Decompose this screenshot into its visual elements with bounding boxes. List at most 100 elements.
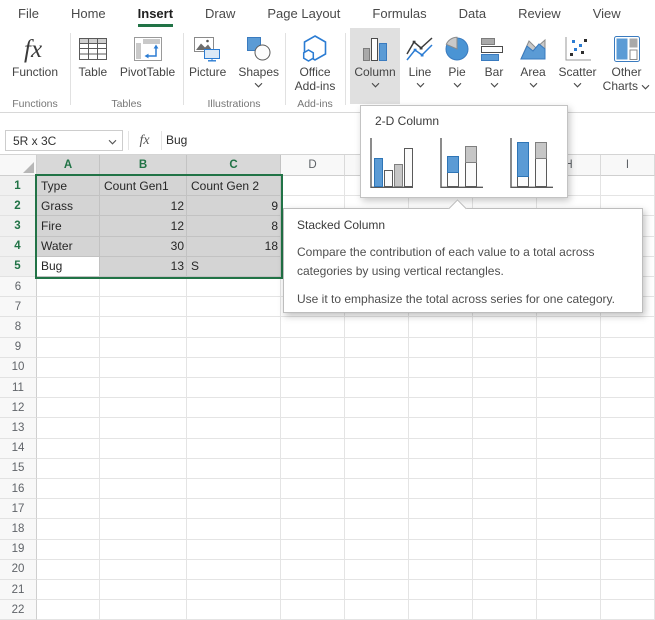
scatter-icon bbox=[563, 32, 593, 65]
button-office-add-ins[interactable]: OfficeAdd-ins bbox=[290, 27, 341, 93]
row-header-13[interactable]: 13 bbox=[0, 418, 37, 438]
cell-b3[interactable]: 12 bbox=[100, 216, 187, 236]
column-header-i[interactable]: I bbox=[601, 155, 655, 176]
tab-review[interactable]: Review bbox=[502, 0, 577, 27]
gridline bbox=[37, 599, 655, 600]
row-header-16[interactable]: 16 bbox=[0, 479, 37, 499]
cell-c1[interactable]: Count Gen 2 bbox=[187, 176, 281, 196]
row-header-1[interactable]: 1 bbox=[0, 176, 37, 196]
chevron-down-icon bbox=[371, 82, 380, 88]
cell-c5[interactable]: S bbox=[187, 257, 281, 277]
ribbon-group-functions: Functions fxFunction bbox=[0, 27, 70, 112]
button-pie[interactable]: Pie bbox=[441, 28, 473, 104]
row-header-20[interactable]: 20 bbox=[0, 560, 37, 580]
tab-page-layout[interactable]: Page Layout bbox=[251, 0, 356, 27]
button-scatter[interactable]: Scatter bbox=[554, 28, 601, 104]
row-header-10[interactable]: 10 bbox=[0, 358, 37, 378]
button-column[interactable]: Column bbox=[350, 28, 400, 104]
office-addins-icon bbox=[300, 32, 330, 65]
row-header-17[interactable]: 17 bbox=[0, 499, 37, 519]
button-function[interactable]: fxFunction bbox=[7, 27, 63, 79]
cell-b1[interactable]: Count Gen1 bbox=[100, 176, 187, 196]
row-header-18[interactable]: 18 bbox=[0, 519, 37, 539]
button-label: OtherCharts bbox=[603, 65, 651, 93]
cell-c4[interactable]: 18 bbox=[187, 237, 281, 257]
row-header-8[interactable]: 8 bbox=[0, 317, 37, 337]
gridline bbox=[37, 458, 655, 459]
divider bbox=[128, 131, 129, 150]
cell-b4[interactable]: 30 bbox=[100, 237, 187, 257]
button-bar[interactable]: Bar bbox=[477, 28, 511, 104]
button-area[interactable]: Area bbox=[513, 28, 553, 104]
button-label: PivotTable bbox=[120, 65, 175, 79]
gridline bbox=[37, 438, 655, 439]
row-header-11[interactable]: 11 bbox=[0, 378, 37, 398]
row-header-4[interactable]: 4 bbox=[0, 237, 37, 257]
row-header-7[interactable]: 7 bbox=[0, 297, 37, 317]
tab-formulas[interactable]: Formulas bbox=[356, 0, 442, 27]
row-header-6[interactable]: 6 bbox=[0, 277, 37, 297]
row-header-3[interactable]: 3 bbox=[0, 216, 37, 236]
tab-view[interactable]: View bbox=[577, 0, 637, 27]
line-icon bbox=[405, 32, 435, 65]
row-header-9[interactable]: 9 bbox=[0, 338, 37, 358]
row-header-19[interactable]: 19 bbox=[0, 540, 37, 560]
cell-a3[interactable]: Fire bbox=[37, 216, 100, 236]
divider bbox=[161, 131, 162, 150]
button-label: Area bbox=[520, 65, 545, 79]
button-other-charts[interactable]: OtherCharts bbox=[600, 28, 653, 104]
row-header-5[interactable]: 5 bbox=[0, 257, 37, 277]
svg-text:fx: fx bbox=[24, 36, 42, 63]
cell-b5[interactable]: 13 bbox=[100, 257, 187, 277]
tooltip-body: Use it to emphasize the total across ser… bbox=[297, 290, 629, 309]
area-icon bbox=[518, 32, 548, 65]
chevron-down-icon bbox=[254, 82, 263, 88]
column-header-b[interactable]: B bbox=[100, 155, 187, 176]
row-header-12[interactable]: 12 bbox=[0, 398, 37, 418]
gridline bbox=[37, 357, 655, 358]
cell-a5[interactable]: Bug bbox=[37, 257, 100, 277]
tab-draw[interactable]: Draw bbox=[189, 0, 251, 27]
menu-item-clustered-column[interactable] bbox=[365, 133, 419, 195]
dropdown-section-title: 2-D Column bbox=[375, 114, 567, 128]
tooltip-title: Stacked Column bbox=[297, 218, 629, 232]
chevron-down-icon[interactable] bbox=[108, 134, 117, 148]
insert-function-button[interactable]: fx bbox=[131, 130, 158, 151]
cell-a2[interactable]: Grass bbox=[37, 196, 100, 216]
button-table[interactable]: Table bbox=[73, 27, 113, 79]
tab-insert[interactable]: Insert bbox=[122, 0, 189, 27]
button-label: Picture bbox=[189, 65, 226, 79]
gridline bbox=[37, 559, 655, 560]
cell-c3[interactable]: 8 bbox=[187, 216, 281, 236]
ribbon-group-charts: ColumnLinePieBar Area ScatterOtherCharts bbox=[345, 27, 655, 112]
group-label: Functions bbox=[0, 98, 70, 110]
tab-data[interactable]: Data bbox=[443, 0, 502, 27]
row-header-21[interactable]: 21 bbox=[0, 580, 37, 600]
row-header-14[interactable]: 14 bbox=[0, 439, 37, 459]
tab-home[interactable]: Home bbox=[55, 0, 122, 27]
button-picture[interactable]: Picture bbox=[184, 27, 231, 79]
shapes-icon bbox=[245, 32, 273, 65]
menu-item-stacked-column[interactable] bbox=[435, 133, 489, 195]
cell-b2[interactable]: 12 bbox=[100, 196, 187, 216]
row-header-15[interactable]: 15 bbox=[0, 459, 37, 479]
select-all-corner[interactable] bbox=[0, 155, 37, 176]
column-icon bbox=[361, 32, 389, 65]
tab-file[interactable]: File bbox=[2, 0, 55, 27]
name-box[interactable]: 5R x 3C bbox=[5, 130, 123, 151]
cell-a1[interactable]: Type bbox=[37, 176, 100, 196]
button-pivottable[interactable]: PivotTable bbox=[115, 27, 180, 79]
row-header-2[interactable]: 2 bbox=[0, 196, 37, 216]
cell-a4[interactable]: Water bbox=[37, 237, 100, 257]
button-line[interactable]: Line bbox=[403, 28, 437, 104]
chevron-down-icon bbox=[529, 82, 538, 88]
button-shapes[interactable]: Shapes bbox=[233, 27, 284, 88]
column-header-a[interactable]: A bbox=[37, 155, 100, 176]
menu-item-100-stacked-column[interactable] bbox=[505, 133, 559, 195]
gridline bbox=[37, 397, 655, 398]
row-header-22[interactable]: 22 bbox=[0, 600, 37, 620]
cell-c2[interactable]: 9 bbox=[187, 196, 281, 216]
ribbon-group-tables: TablesTablePivotTable bbox=[70, 27, 183, 112]
column-header-c[interactable]: C bbox=[187, 155, 281, 176]
column-header-d[interactable]: D bbox=[281, 155, 345, 176]
